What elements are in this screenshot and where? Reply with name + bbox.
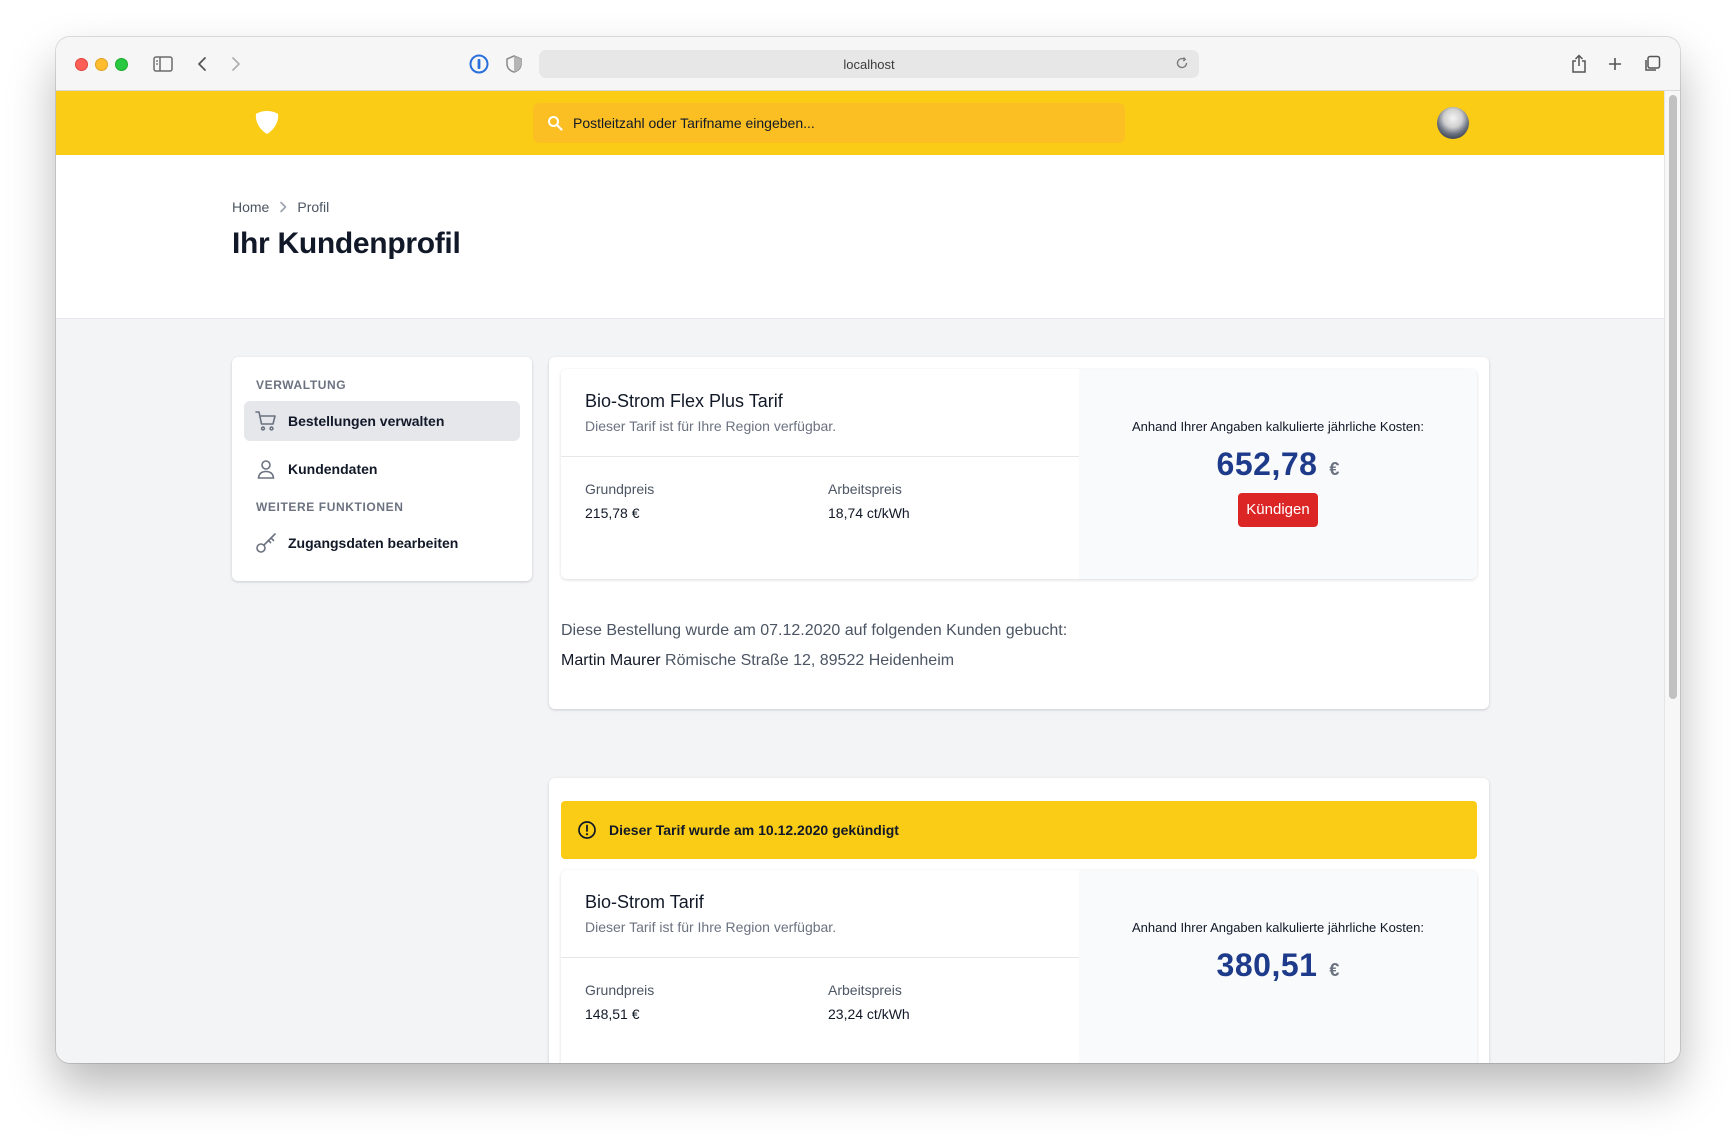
work-price-label: Arbeitspreis [828,982,902,998]
privacy-shield-icon[interactable] [501,51,527,77]
new-tab-icon[interactable] [1602,51,1628,77]
sidebar-heading-admin: VERWALTUNG [256,378,347,392]
work-price-value: 18,74 ct/kWh [828,505,910,521]
shopping-cart-icon [254,409,278,433]
share-icon[interactable] [1566,51,1592,77]
user-icon [254,457,278,481]
currency-symbol: € [1329,960,1340,980]
tariff-name: Bio-Strom Tarif [585,892,704,912]
cost-panel: Anhand Ihrer Angaben kalkulierte jährlic… [1079,369,1477,579]
brand-logo-icon[interactable] [254,111,280,135]
password-manager-icon[interactable] [466,51,492,77]
tariff-availability: Dieser Tarif ist für Ihre Region verfügb… [585,919,837,935]
breadcrumb-profile-link[interactable]: Profil [297,199,329,215]
base-price-label: Grundpreis [585,481,655,497]
sidebar-item-customer-data[interactable]: Kundendaten [244,449,520,489]
sidebar-item-access-label: Zugangsdaten bearbeiten [288,535,459,551]
currency-symbol: € [1329,459,1340,479]
tariff-card: Bio-Strom Tarif Dieser Tarif ist für Ihr… [561,870,1477,1063]
profile-sidebar: VERWALTUNG Bestellungen verwalten Kunden… [232,357,532,581]
address-bar[interactable]: localhost [539,50,1199,78]
cost-panel: Anhand Ihrer Angaben kalkulierte jährlic… [1079,870,1477,1063]
browser-window: localhost Postleitzahl oder Tarifname ei… [56,37,1680,1063]
cancel-contract-button[interactable]: Kündigen [1238,493,1318,527]
chevron-right-icon [279,201,287,213]
customer-name: Martin Maurer [561,652,661,669]
sidebar-item-orders-label: Bestellungen verwalten [288,413,445,429]
sidebar-item-customer-label: Kundendaten [288,461,378,477]
search-input[interactable] [573,115,1125,131]
forward-icon[interactable] [223,51,249,77]
tariff-availability: Dieser Tarif ist für Ihre Region verfügb… [585,418,837,434]
cost-label: Anhand Ihrer Angaben kalkulierte jährlic… [1132,419,1424,434]
minimize-window-button[interactable] [95,58,108,71]
base-price-label: Grundpreis [585,982,655,998]
vertical-scrollbar[interactable] [1664,91,1680,1063]
annual-cost: 652,78 [1216,446,1318,482]
base-price-value: 148,51 € [585,1006,640,1022]
back-icon[interactable] [189,51,215,77]
tariff-details: Bio-Strom Tarif Dieser Tarif ist für Ihr… [561,870,1079,1063]
booking-customer: Martin Maurer Römische Straße 12, 89522 … [561,652,954,670]
page-title: Ihr Kundenprofil [232,227,461,260]
zoom-window-button[interactable] [115,58,128,71]
tariff-details: Bio-Strom Flex Plus Tarif Dieser Tarif i… [561,369,1079,579]
key-icon [254,531,278,555]
work-price-label: Arbeitspreis [828,481,902,497]
breadcrumb-home-link[interactable]: Home [232,199,269,215]
breadcrumb: Home Profil [232,199,329,215]
search-box[interactable] [533,103,1125,143]
sidebar-heading-more: WEITERE FUNKTIONEN [256,500,404,514]
order-card: Dieser Tarif wurde am 10.12.2020 gekündi… [549,778,1489,1063]
booking-note: Diese Bestellung wurde am 07.12.2020 auf… [561,622,1068,639]
search-icon [547,115,563,131]
cancellation-alert: Dieser Tarif wurde am 10.12.2020 gekündi… [561,801,1477,859]
work-price-value: 23,24 ct/kWh [828,1006,910,1022]
order-card: Bio-Strom Flex Plus Tarif Dieser Tarif i… [549,357,1489,709]
url-text: localhost [843,56,895,72]
user-avatar[interactable] [1437,107,1469,139]
sidebar-item-orders[interactable]: Bestellungen verwalten [244,401,520,441]
base-price-value: 215,78 € [585,505,640,521]
tariff-card: Bio-Strom Flex Plus Tarif Dieser Tarif i… [561,369,1477,579]
tab-overview-icon[interactable] [1639,51,1665,77]
top-navigation [56,91,1664,155]
cost-label: Anhand Ihrer Angaben kalkulierte jährlic… [1132,920,1424,935]
reload-icon[interactable] [1175,56,1189,73]
page-viewport: Home Profil Ihr Kundenprofil VERWALTUNG … [56,91,1664,1063]
annual-cost: 380,51 [1216,947,1318,983]
browser-toolbar: localhost [56,37,1680,91]
cancellation-alert-text: Dieser Tarif wurde am 10.12.2020 gekündi… [609,822,899,838]
tariff-name: Bio-Strom Flex Plus Tarif [585,391,783,411]
scrollbar-thumb[interactable] [1669,95,1677,699]
exclamation-circle-icon [577,820,597,840]
close-window-button[interactable] [75,58,88,71]
sidebar-toggle-icon[interactable] [150,51,176,77]
customer-address: Römische Straße 12, 89522 Heidenheim [665,652,955,669]
page-header: Home Profil Ihr Kundenprofil [56,155,1664,319]
sidebar-item-access-data[interactable]: Zugangsdaten bearbeiten [244,523,520,563]
